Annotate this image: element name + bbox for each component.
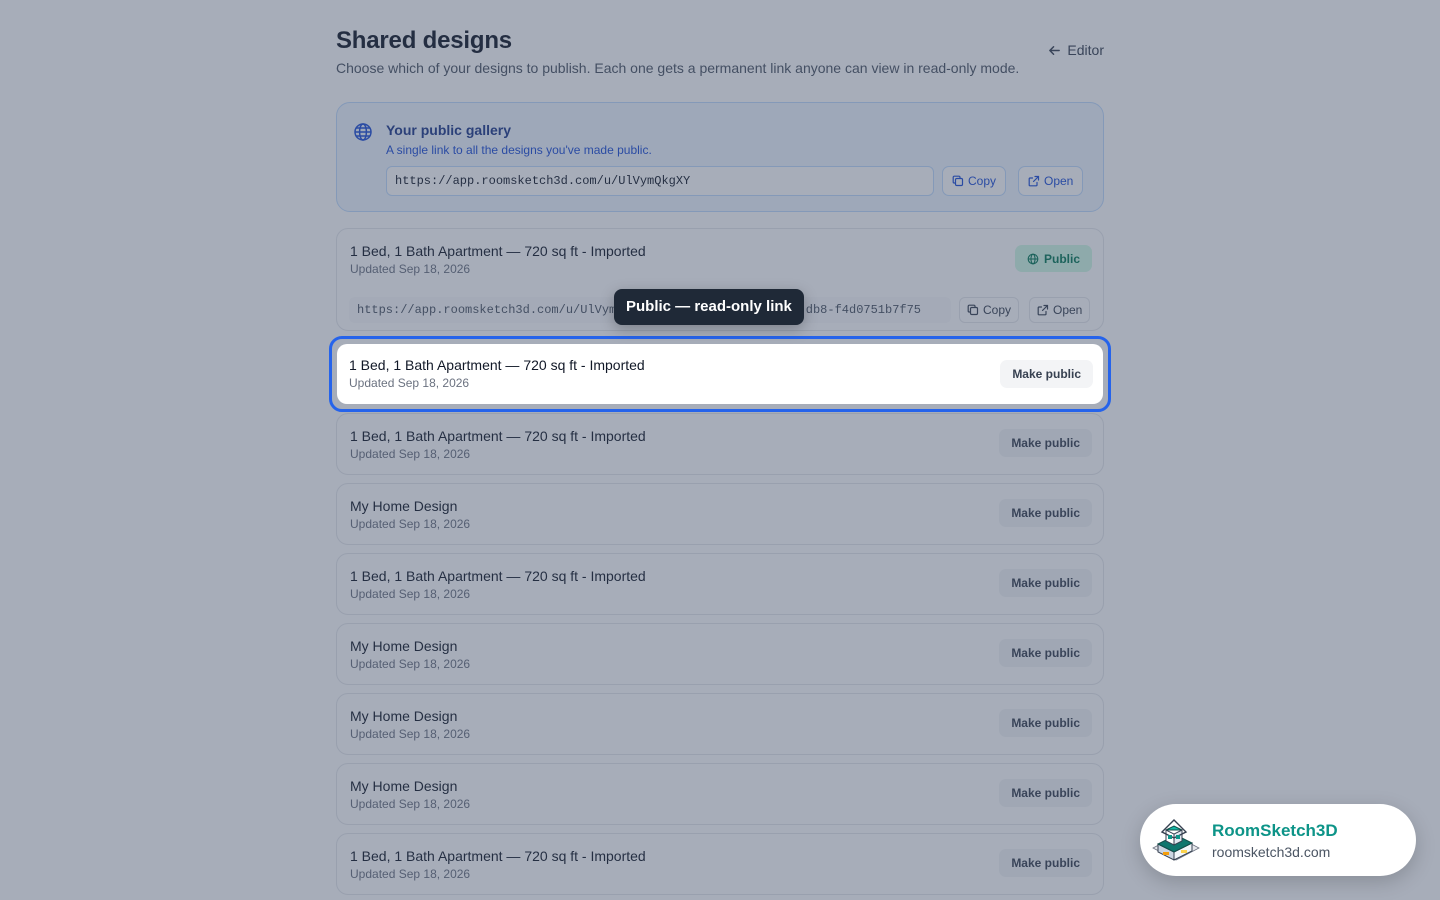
brand-badge[interactable]: RoomSketch3D roomsketch3d.com: [1140, 804, 1416, 876]
tooltip: Public — read-only link: [614, 289, 804, 325]
design-title: My Home Design: [350, 778, 458, 794]
make-public-button[interactable]: Make public: [999, 779, 1092, 807]
copy-icon: [967, 304, 979, 316]
editor-link-label: Editor: [1067, 42, 1104, 58]
globe-icon: [1027, 253, 1039, 264]
status-badge-label: Public: [1043, 251, 1080, 266]
make-public-button[interactable]: Make public: [999, 499, 1092, 527]
make-public-button[interactable]: Make public: [999, 639, 1092, 667]
copy-icon: [952, 175, 964, 187]
design-card: My Home Design Updated Sep 18, 2026 Make…: [336, 623, 1104, 685]
gallery-copy-button[interactable]: Copy: [942, 166, 1007, 196]
page-subtitle: Choose which of your designs to publish.…: [336, 60, 1020, 76]
design-title: 1 Bed, 1 Bath Apartment — 720 sq ft - Im…: [350, 848, 646, 864]
gallery-url-field[interactable]: https://app.roomsketch3d.com/u/UlVymQkgX…: [386, 166, 934, 196]
design-updated: Updated Sep 18, 2026: [350, 447, 471, 461]
design-card: My Home Design Updated Sep 18, 2026 Make…: [336, 693, 1104, 755]
design-updated: Updated Sep 18, 2026: [350, 587, 471, 601]
design-open-button[interactable]: Open: [1029, 297, 1091, 323]
page-title: Shared designs: [336, 27, 512, 54]
design-open-label: Open: [1053, 303, 1083, 317]
brand-url: roomsketch3d.com: [1212, 844, 1331, 860]
external-link-icon: [1028, 175, 1040, 187]
design-updated: Updated Sep 18, 2026: [350, 867, 471, 881]
status-badge[interactable]: Public: [1014, 245, 1092, 272]
make-public-button[interactable]: Make public: [999, 429, 1092, 457]
design-card: 1 Bed, 1 Bath Apartment — 720 sq ft - Im…: [336, 833, 1104, 895]
gallery-open-button[interactable]: Open: [1018, 166, 1084, 196]
make-public-button[interactable]: Make public: [999, 709, 1092, 737]
design-title: 1 Bed, 1 Bath Apartment — 720 sq ft - Im…: [350, 428, 646, 444]
design-updated: Updated Sep 18, 2026: [350, 517, 471, 531]
make-public-button[interactable]: Make public: [999, 849, 1092, 877]
design-card: 1 Bed, 1 Bath Apartment — 720 sq ft - Im…: [336, 553, 1104, 615]
make-public-button[interactable]: Make public: [999, 569, 1092, 597]
design-copy-label: Copy: [983, 303, 1012, 317]
design-card: My Home Design Updated Sep 18, 2026 Make…: [336, 483, 1104, 545]
arrow-left-icon: [1049, 45, 1061, 55]
design-copy-button[interactable]: Copy: [959, 297, 1020, 323]
house-logo-icon: [1152, 819, 1200, 861]
globe-icon: [354, 123, 372, 141]
share-url-start: https://app.roomsketch3d.com/u/UlVym: [357, 303, 617, 317]
design-title: My Home Design: [350, 708, 458, 724]
gallery-open-label: Open: [1044, 174, 1074, 188]
external-link-icon: [1037, 304, 1049, 316]
design-updated: Updated Sep 18, 2026: [350, 797, 471, 811]
gallery-copy-label: Copy: [968, 174, 997, 188]
design-updated: Updated Sep 18, 2026: [350, 262, 471, 276]
design-title: 1 Bed, 1 Bath Apartment — 720 sq ft - Im…: [350, 243, 646, 259]
design-card: My Home Design Updated Sep 18, 2026 Make…: [336, 763, 1104, 825]
brand-name: RoomSketch3D: [1212, 821, 1338, 840]
design-title: My Home Design: [350, 498, 458, 514]
back-to-editor-link[interactable]: Editor: [1048, 42, 1104, 58]
gallery-description: A single link to all the designs you've …: [386, 143, 652, 157]
gallery-title: Your public gallery: [386, 122, 511, 138]
design-updated: Updated Sep 18, 2026: [350, 657, 471, 671]
public-gallery-panel: Your public gallery A single link to all…: [336, 102, 1104, 212]
tour-highlight-ring: [329, 336, 1111, 412]
design-title: My Home Design: [350, 638, 458, 654]
design-card: 1 Bed, 1 Bath Apartment — 720 sq ft - Im…: [336, 413, 1104, 475]
design-updated: Updated Sep 18, 2026: [350, 727, 471, 741]
design-title: 1 Bed, 1 Bath Apartment — 720 sq ft - Im…: [350, 568, 646, 584]
share-url-end: db8-f4d0751b7f75: [805, 303, 921, 317]
